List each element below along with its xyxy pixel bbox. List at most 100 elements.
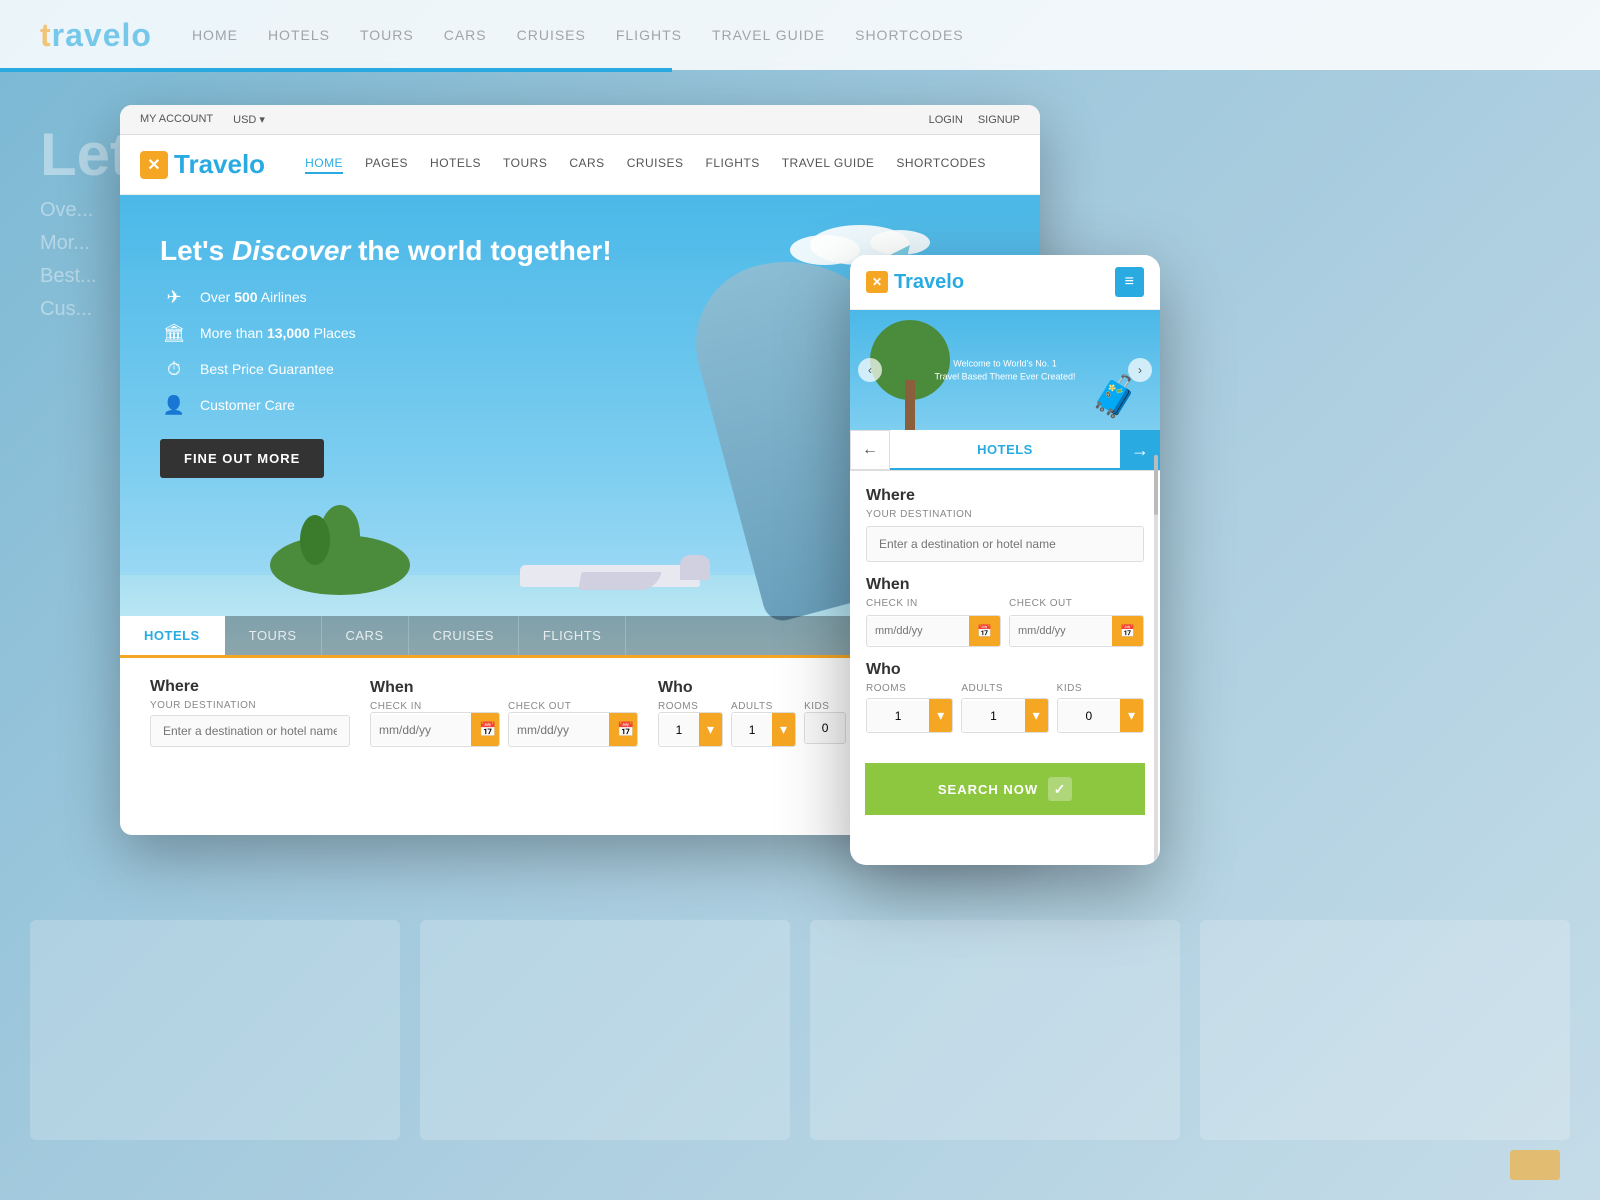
- mobile-logo-icon: ✕: [866, 271, 888, 293]
- hero-title-highlight: Discover: [232, 235, 350, 266]
- mobile-who-section: Who ROOMS ▾ ADULTS ▾ KID: [866, 661, 1144, 733]
- mobile-checkin-calendar-button[interactable]: 📅: [969, 616, 1000, 646]
- checkout-label: CHECK OUT: [508, 701, 638, 712]
- bg-nav-items: HOME HOTELS TOURS CARS CRUISES FLIGHTS T…: [192, 27, 964, 43]
- bg-btn: [1510, 1150, 1560, 1180]
- mobile-adults-dropdown-button[interactable]: ▾: [1025, 699, 1048, 732]
- topbar-right: LOGIN SIGNUP: [929, 114, 1020, 126]
- carousel-prev-button[interactable]: ‹: [858, 358, 882, 382]
- feature-care: 👤 Customer Care: [160, 391, 612, 419]
- kids-input[interactable]: [805, 713, 845, 743]
- hero-island: [270, 535, 410, 595]
- mobile-search-now-button[interactable]: SEARCH NOW ✓: [865, 763, 1145, 815]
- topbar-left: MY ACCOUNT USD ▾: [140, 113, 265, 126]
- clock-icon: ⏱: [160, 355, 188, 383]
- mobile-adults-label: ADULTS: [961, 683, 1048, 694]
- hero-features-list: ✈ Over 500 Airlines 🏛 More than 13,000 P…: [160, 283, 612, 419]
- tab-flights[interactable]: FLIGHTS: [519, 616, 626, 655]
- tab-cruises[interactable]: CRUISES: [409, 616, 519, 655]
- login-link[interactable]: LOGIN: [929, 114, 963, 126]
- adults-dropdown-button[interactable]: ▾: [772, 713, 795, 746]
- carousel-arrows: ‹ ›: [850, 358, 1160, 382]
- mobile-rooms-group: ROOMS ▾: [866, 683, 953, 733]
- who-inputs: ROOMS ▾ ADULTS ▾ KIDS: [658, 701, 846, 747]
- bg-card-4: [1200, 920, 1570, 1140]
- currency-dropdown[interactable]: USD ▾: [233, 113, 265, 126]
- mobile-destination-input[interactable]: [866, 526, 1144, 562]
- mobile-logo-text: Travelo: [894, 271, 964, 294]
- who-label: Who: [658, 679, 846, 697]
- when-group: When CHECK IN 📅 CHECK OUT 📅: [370, 679, 638, 747]
- my-account-link[interactable]: MY ACCOUNT: [140, 113, 213, 126]
- nav-link-cruises[interactable]: CRUISES: [627, 156, 684, 174]
- nav-link-hotels[interactable]: HOTELS: [430, 156, 481, 174]
- carousel-next-button[interactable]: ›: [1128, 358, 1152, 382]
- when-label: When: [370, 679, 638, 697]
- person-icon: 👤: [160, 391, 188, 419]
- mobile-kids-stepper: ▾: [1057, 698, 1144, 733]
- destination-input[interactable]: [150, 715, 350, 747]
- rooms-stepper: ▾: [658, 712, 723, 747]
- mobile-tab-prev-button[interactable]: ←: [850, 430, 890, 470]
- kids-label: KIDS: [804, 701, 846, 712]
- rooms-input[interactable]: [659, 715, 699, 745]
- mobile-checkout-calendar-button[interactable]: 📅: [1112, 616, 1143, 646]
- mobile-rooms-dropdown-button[interactable]: ▾: [929, 699, 952, 732]
- mobile-rooms-input[interactable]: [867, 701, 929, 731]
- nav-link-cars[interactable]: CARS: [569, 156, 604, 174]
- mobile-adults-group: ADULTS ▾: [961, 683, 1048, 733]
- hero-title-prefix: Let's: [160, 235, 232, 266]
- mobile-menu-button[interactable]: ≡: [1115, 267, 1144, 297]
- mobile-checkin-input[interactable]: [867, 617, 969, 645]
- desktop-logo[interactable]: ✕ Travelo: [140, 149, 265, 180]
- tab-tours[interactable]: TOURS: [225, 616, 322, 655]
- bg-logo: travelo: [40, 17, 152, 54]
- mobile-kids-input[interactable]: [1058, 701, 1120, 731]
- mobile-who-label: Who: [866, 661, 1144, 679]
- tab-hotels[interactable]: HOTELS: [120, 616, 225, 655]
- mobile-nav: ✕ Travelo ≡: [850, 255, 1160, 310]
- mobile-scrollbar[interactable]: [1154, 455, 1158, 863]
- mobile-tab-hotels[interactable]: HOTELS: [890, 430, 1120, 470]
- hero-content: Let's Discover the world together! ✈ Ove…: [160, 235, 612, 478]
- mobile-who-row: ROOMS ▾ ADULTS ▾ KIDS: [866, 683, 1144, 733]
- mobile-kids-dropdown-button[interactable]: ▾: [1120, 699, 1143, 732]
- feature-airlines: ✈ Over 500 Airlines: [160, 283, 612, 311]
- bg-card-1: [30, 920, 400, 1140]
- mobile-checkin-wrapper: 📅: [866, 615, 1001, 647]
- nav-link-pages[interactable]: PAGES: [365, 156, 408, 174]
- background-nav: travelo HOME HOTELS TOURS CARS CRUISES F…: [0, 0, 1600, 70]
- mobile-kids-label: KIDS: [1057, 683, 1144, 694]
- nav-link-home[interactable]: HOME: [305, 156, 343, 174]
- destination-label: YOUR DESTINATION: [150, 700, 350, 711]
- desktop-nav-links: HOME PAGES HOTELS TOURS CARS CRUISES FLI…: [305, 156, 1020, 174]
- mobile-search-form: Where YOUR DESTINATION When CHECK IN 📅 C…: [850, 471, 1160, 763]
- nav-link-travel-guide[interactable]: TRAVEL GUIDE: [782, 156, 875, 174]
- checkin-calendar-button[interactable]: 📅: [471, 713, 500, 746]
- airplane-icon: ✈: [160, 283, 188, 311]
- mobile-checkout-wrapper: 📅: [1009, 615, 1144, 647]
- hero-title-suffix: the world together!: [350, 235, 611, 266]
- adults-label: ADULTS: [731, 701, 796, 712]
- checkout-group: CHECK OUT 📅: [508, 701, 638, 747]
- search-check-icon: ✓: [1048, 777, 1072, 801]
- checkin-input[interactable]: [371, 715, 471, 745]
- tab-cars[interactable]: CARS: [322, 616, 409, 655]
- checkout-calendar-button[interactable]: 📅: [609, 713, 638, 746]
- find-out-more-button[interactable]: FINE OUT MORE: [160, 439, 324, 478]
- mobile-when-section: When CHECK IN 📅 CHECK OUT 📅: [866, 576, 1144, 647]
- rooms-dropdown-button[interactable]: ▾: [699, 713, 722, 746]
- nav-link-flights[interactable]: FLIGHTS: [706, 156, 760, 174]
- mobile-adults-input[interactable]: [962, 701, 1024, 731]
- signup-link[interactable]: SIGNUP: [978, 114, 1020, 126]
- mobile-kids-group: KIDS ▾: [1057, 683, 1144, 733]
- mobile-scrollbar-thumb: [1154, 455, 1158, 515]
- rooms-group: ROOMS ▾: [658, 701, 723, 747]
- mobile-checkout-input[interactable]: [1010, 617, 1112, 645]
- checkout-input[interactable]: [509, 715, 609, 745]
- adults-input[interactable]: [732, 715, 772, 745]
- feature-price: ⏱ Best Price Guarantee: [160, 355, 612, 383]
- nav-link-tours[interactable]: TOURS: [503, 156, 547, 174]
- nav-link-shortcodes[interactable]: SHORTCODES: [896, 156, 985, 174]
- mobile-date-row: CHECK IN 📅 CHECK OUT 📅: [866, 598, 1144, 647]
